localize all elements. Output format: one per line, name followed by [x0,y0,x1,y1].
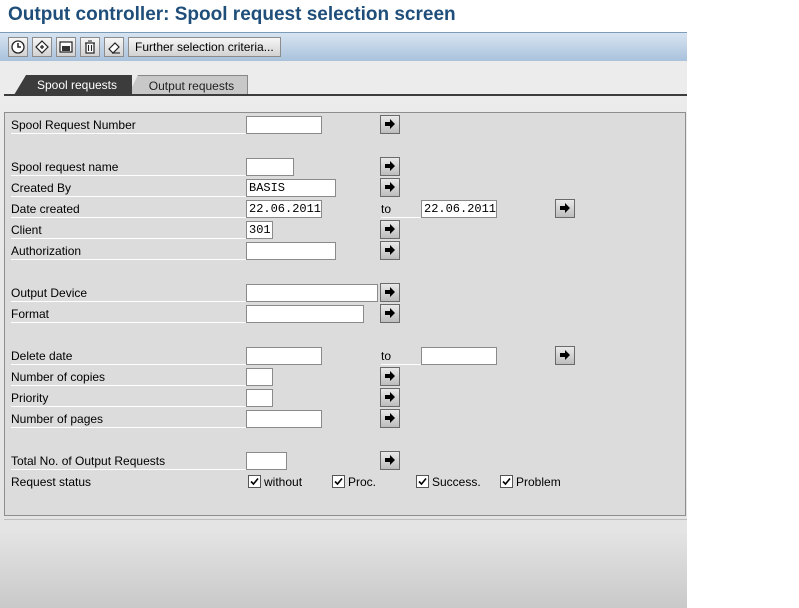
execute-icon [11,40,25,54]
status-problem-label: Problem [516,475,561,489]
arrow-right-icon [385,308,395,318]
tab-spool-requests[interactable]: Spool requests [14,75,132,95]
status-without-checkbox[interactable]: without [248,474,302,490]
spool-request-number-label: Spool Request Number [11,116,249,134]
status-proc-label: Proc. [348,475,377,489]
number-of-pages-label: Number of pages [11,410,249,428]
arrow-right-icon [385,224,395,234]
checkmark-icon [418,477,427,486]
status-success-label: Success. [432,475,481,489]
spool-request-name-input[interactable] [246,158,294,176]
checkbox-box[interactable] [332,475,345,488]
created-by-input[interactable]: BASIS [246,179,336,197]
arrow-right-icon [385,413,395,423]
get-variant-icon [35,40,49,54]
authorization-label: Authorization [11,242,249,260]
status-without-label: without [264,475,303,489]
eraser-button[interactable] [104,37,124,57]
arrow-right-icon [385,371,395,381]
arrow-right-icon [385,245,395,255]
client-label: Client [11,221,249,239]
checkbox-box[interactable] [248,475,261,488]
status-problem-checkbox[interactable]: Problem [500,474,561,490]
client-input[interactable]: 301 [246,221,273,239]
checkmark-icon [334,477,343,486]
delete-button[interactable] [80,37,100,57]
total-output-requests-label: Total No. of Output Requests [11,452,249,470]
application-toolbar: Further selection criteria... [0,32,687,62]
further-selection-criteria-button[interactable]: Further selection criteria... [128,37,281,57]
format-label: Format [11,305,249,323]
save-variant-button[interactable] [56,37,76,57]
panel-bottom-divider [4,519,687,520]
spool-request-number-multiple-button[interactable] [380,115,400,134]
date-created-label: Date created [11,200,249,218]
arrow-right-icon [385,455,395,465]
number-of-copies-label: Number of copies [11,368,249,386]
created-by-multiple-button[interactable] [380,178,400,197]
tab-divider [4,94,687,96]
arrow-right-icon [385,161,395,171]
arrow-right-icon [385,182,395,192]
request-status-label: Request status [11,475,92,489]
right-blank-area [687,32,799,608]
authorization-multiple-button[interactable] [380,241,400,260]
save-variant-icon [59,41,73,53]
eraser-icon [108,42,120,54]
arrow-right-icon [560,203,570,213]
page-title: Output controller: Spool request selecti… [8,4,456,25]
priority-multiple-button[interactable] [380,388,400,407]
spool-request-name-multiple-button[interactable] [380,157,400,176]
format-multiple-button[interactable] [380,304,400,323]
arrow-right-icon [385,119,395,129]
number-of-pages-multiple-button[interactable] [380,409,400,428]
tab-output-requests[interactable]: Output requests [128,75,248,95]
delete-date-to-label: to [381,347,421,365]
date-created-multiple-button[interactable] [555,199,575,218]
arrow-right-icon [385,392,395,402]
arrow-right-icon [560,350,570,360]
status-success-checkbox[interactable]: Success. [416,474,481,490]
date-created-to-input[interactable]: 22.06.2011 [421,200,497,218]
selection-panel: Spool Request Number Spool request name … [4,112,686,516]
delete-date-multiple-button[interactable] [555,346,575,365]
checkmark-icon [250,477,259,486]
arrow-right-icon [385,287,395,297]
number-of-copies-multiple-button[interactable] [380,367,400,386]
priority-label: Priority [11,389,249,407]
date-created-to-label: to [381,200,421,218]
delete-date-from-input[interactable] [246,347,322,365]
priority-input[interactable] [246,389,273,407]
format-input[interactable] [246,305,364,323]
checkbox-box[interactable] [416,475,429,488]
spool-request-number-input[interactable] [246,116,322,134]
execute-button[interactable] [8,37,28,57]
date-created-from-input[interactable]: 22.06.2011 [246,200,322,218]
output-device-input[interactable] [246,284,378,302]
get-variant-button[interactable] [32,37,52,57]
total-output-requests-multiple-button[interactable] [380,451,400,470]
total-output-requests-input[interactable] [246,452,287,470]
authorization-input[interactable] [246,242,336,260]
checkmark-icon [502,477,511,486]
number-of-pages-input[interactable] [246,410,322,428]
delete-date-to-input[interactable] [421,347,497,365]
output-device-multiple-button[interactable] [380,283,400,302]
checkbox-box[interactable] [500,475,513,488]
spool-request-name-label: Spool request name [11,158,249,176]
number-of-copies-input[interactable] [246,368,273,386]
work-area: Output requests Spool requests Spool Req… [0,61,687,608]
status-proc-checkbox[interactable]: Proc. [332,474,376,490]
delete-icon [85,40,95,54]
delete-date-label: Delete date [11,347,249,365]
client-multiple-button[interactable] [380,220,400,239]
output-device-label: Output Device [11,284,249,302]
created-by-label: Created By [11,179,249,197]
